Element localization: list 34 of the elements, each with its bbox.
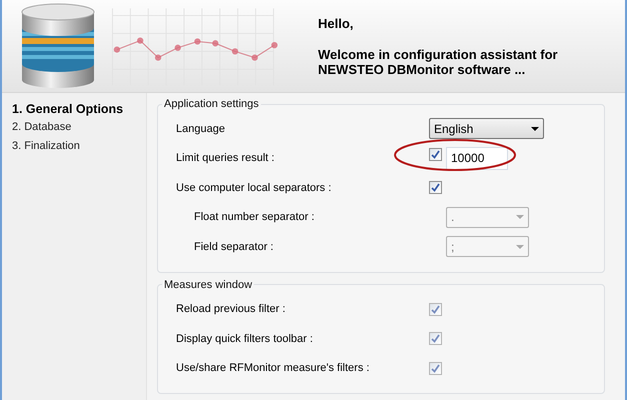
caret-icon [516,244,524,249]
chart-point [194,38,201,45]
field-label: Limit queries result : [175,152,276,164]
chart-point [174,44,181,51]
separator-dropdown[interactable]: . [446,206,529,228]
field-label: Reload previous filter : [175,303,286,316]
language-dropdown[interactable]: English [429,118,544,140]
wizard-step[interactable]: 3. Finalization [2,137,146,156]
group-title: Measures window [163,278,254,290]
field-label: Float number separator : [193,211,316,224]
field-label: Display quick filters toolbar : [175,332,314,345]
limit-input[interactable]: 10000 [446,146,508,170]
checkbox[interactable] [429,148,442,161]
greeting-text: Hello, [318,16,354,30]
separator-dropdown[interactable]: ; [446,236,529,258]
chart-point [271,42,278,48]
welcome-text: Welcome in configuration assistant for [318,46,558,62]
chart-point [212,40,218,46]
chart-point [232,48,238,54]
group-title: Application settings [163,98,260,110]
welcome-text: NEWSTEO DBMonitor software ... [318,62,526,76]
wizard-step[interactable]: 2. Database [2,118,146,137]
checkbox[interactable] [429,181,442,194]
chart-point [252,54,258,61]
field-label: Language [175,122,226,135]
chart-point [114,46,120,53]
field-label: Field separator : [193,240,274,253]
wizard-step[interactable]: 1. General Options [2,99,146,118]
caret-icon [516,215,524,220]
field-label: Use computer local separators : [175,182,332,194]
field-label: Use/share RFMonitor measure's filters : [175,362,370,374]
chart-point [137,38,144,44]
caret-icon [531,126,539,131]
chart-point [154,54,162,61]
